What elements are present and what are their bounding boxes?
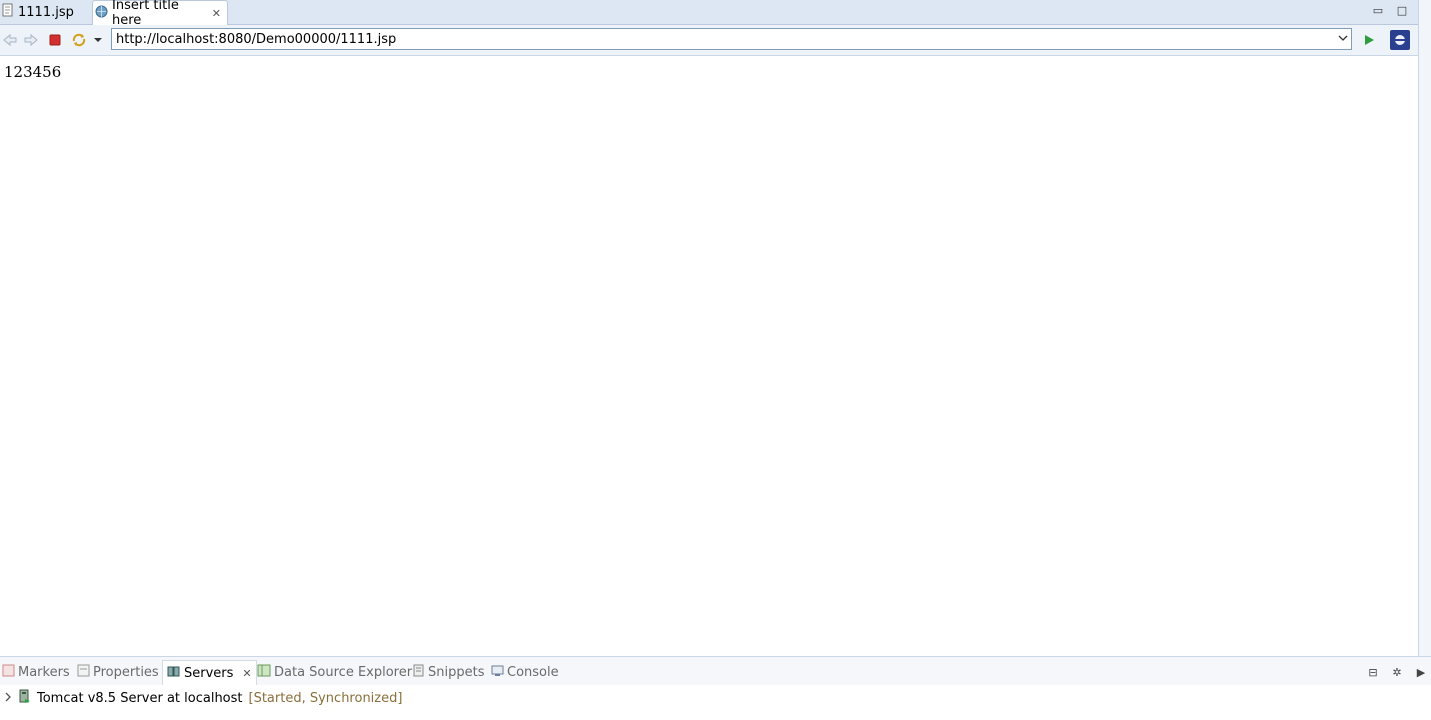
tab-properties[interactable]: Properties (77, 662, 159, 682)
panel-controls: ⊟ ✲ ▶ (1365, 665, 1429, 681)
close-icon[interactable]: ✕ (242, 667, 251, 680)
tab-insert-title-here[interactable]: Insert title here ✕ (92, 0, 228, 28)
data-source-icon (257, 664, 271, 681)
tomcat-server-icon (18, 689, 31, 708)
jsp-file-icon (2, 3, 14, 21)
globe-icon (95, 5, 108, 22)
tab-snippets[interactable]: Snippets (412, 662, 484, 682)
editor-tab-bar: 1111.jsp Insert title here ✕ ▭ □ (0, 0, 1431, 28)
right-side-strip (1418, 0, 1431, 658)
maximize-icon[interactable]: □ (1395, 4, 1409, 18)
debug-icon[interactable]: ✲ (1389, 665, 1405, 681)
tab-data-source-explorer[interactable]: Data Source Explorer (257, 662, 412, 682)
tab-label: Snippets (428, 664, 485, 680)
stop-icon[interactable] (46, 31, 64, 49)
tab-console[interactable]: Console (491, 662, 559, 682)
panel-tab-bar: Markers Properties Servers ✕ Data Source… (0, 657, 1431, 685)
tab-markers[interactable]: Markers (2, 662, 70, 682)
eclipse-browser-icon[interactable] (1390, 30, 1410, 50)
bottom-panel: Markers Properties Servers ✕ Data Source… (0, 656, 1431, 720)
server-name: Tomcat v8.5 Server at localhost (37, 690, 243, 706)
url-input[interactable] (112, 30, 1335, 48)
window-controls: ▭ □ (1371, 4, 1409, 18)
tab-label: Insert title here (112, 0, 179, 28)
back-arrow-icon[interactable] (1, 31, 19, 49)
close-icon[interactable]: ✕ (212, 7, 221, 20)
servers-icon (167, 665, 181, 682)
url-bar (111, 28, 1352, 50)
properties-icon (77, 664, 90, 681)
tab-label: Servers (184, 665, 234, 681)
tab-label: Console (507, 664, 559, 680)
markers-icon (2, 664, 15, 681)
tab-label: 1111.jsp (18, 4, 74, 20)
tab-servers[interactable]: Servers ✕ (162, 660, 257, 685)
forward-arrow-icon[interactable] (22, 31, 40, 49)
chevron-down-icon[interactable] (89, 31, 107, 49)
tab-label: Markers (18, 664, 70, 680)
browser-content: 123456 (0, 56, 1416, 652)
refresh-icon[interactable] (70, 31, 88, 49)
snippets-icon (412, 664, 425, 681)
minimize-icon[interactable]: ▭ (1371, 4, 1385, 18)
console-icon (491, 664, 504, 681)
tab-label: Properties (93, 664, 159, 680)
server-tree-row[interactable]: Tomcat v8.5 Server at localhost [Started… (4, 689, 402, 707)
browser-toolbar (0, 25, 1418, 56)
server-status: [Started, Synchronized] (248, 690, 403, 706)
url-history-dropdown-icon[interactable] (1335, 34, 1351, 45)
start-server-icon[interactable]: ▶ (1413, 665, 1429, 681)
minimize-view-icon[interactable]: ⊟ (1365, 665, 1381, 681)
tab-1111-jsp[interactable]: 1111.jsp (0, 0, 90, 24)
page-text: 123456 (4, 63, 62, 81)
expand-chevron-icon[interactable] (4, 691, 12, 706)
tab-label: Data Source Explorer (274, 664, 413, 680)
go-button[interactable] (1360, 31, 1378, 49)
